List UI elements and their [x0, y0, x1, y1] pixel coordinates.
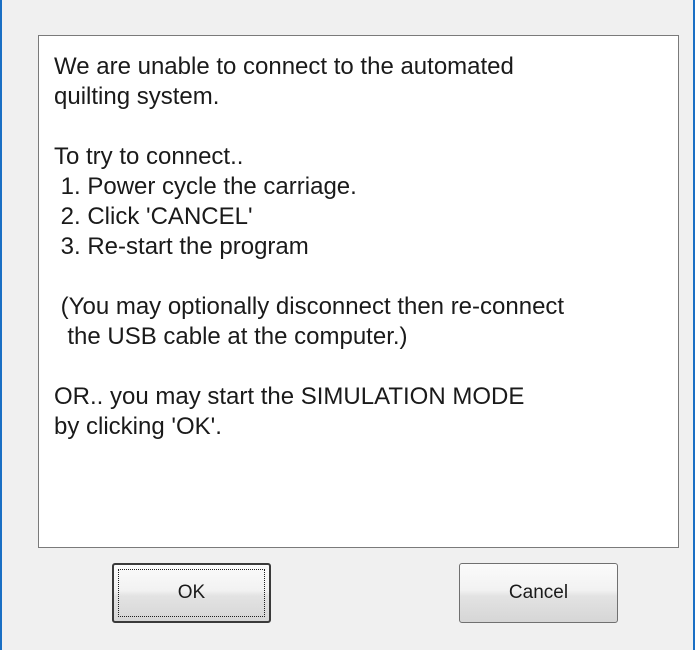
cancel-button[interactable]: Cancel	[459, 563, 618, 623]
dialog-window: We are unable to connect to the automate…	[0, 0, 695, 650]
cancel-button-label: Cancel	[508, 582, 569, 603]
ok-button-label: OK	[177, 582, 206, 603]
message-text: We are unable to connect to the automate…	[54, 53, 565, 440]
ok-button[interactable]: OK	[112, 563, 271, 623]
message-box: We are unable to connect to the automate…	[38, 35, 679, 548]
